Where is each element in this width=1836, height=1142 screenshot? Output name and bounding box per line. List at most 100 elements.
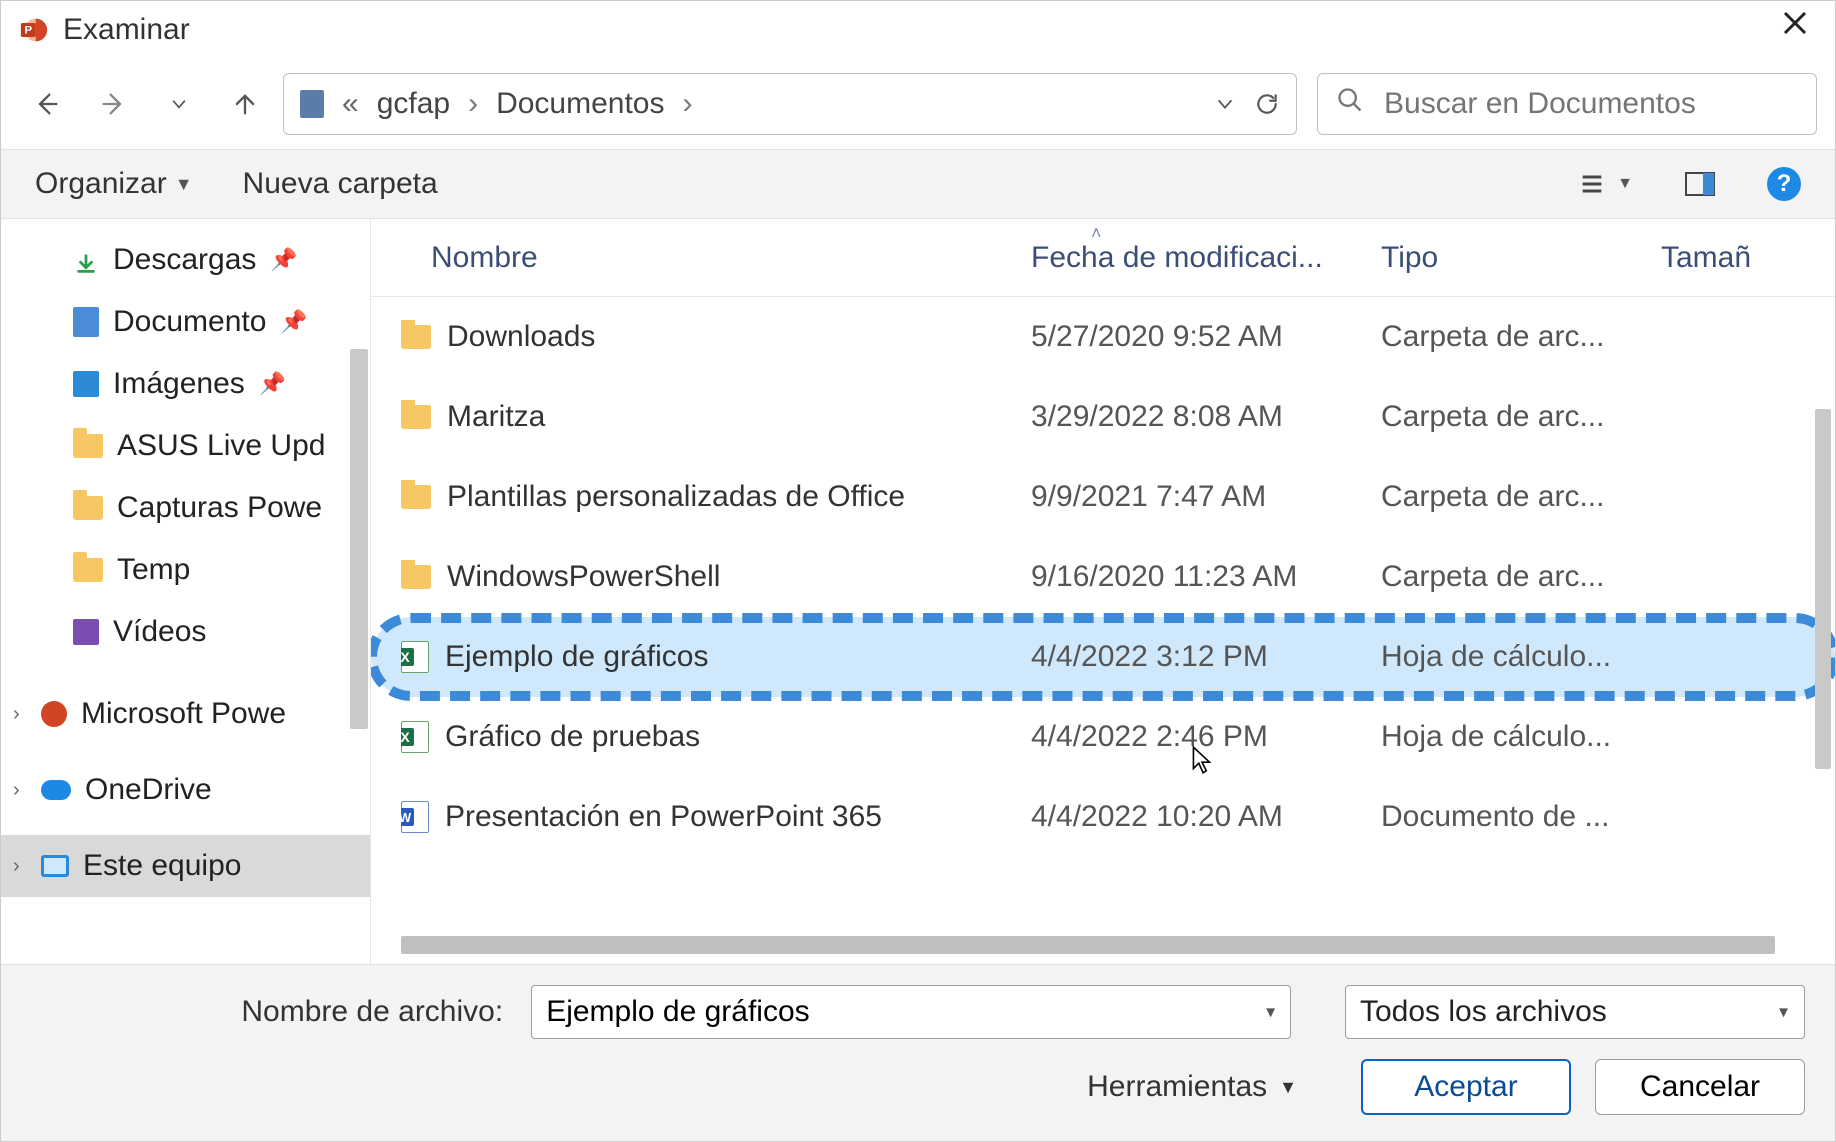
new-folder-button[interactable]: Nueva carpeta <box>243 167 438 201</box>
view-list-button[interactable]: ▼ <box>1575 167 1633 201</box>
help-button[interactable]: ? <box>1767 167 1801 201</box>
chevron-right-icon[interactable]: › <box>13 703 20 726</box>
titlebar: P Examinar <box>1 1 1835 59</box>
file-row[interactable]: Ejemplo de gráficos4/4/2022 3:12 PMHoja … <box>371 617 1835 697</box>
file-row[interactable]: Gráfico de pruebas4/4/2022 2:46 PMHoja d… <box>371 697 1835 777</box>
filename-label: Nombre de archivo: <box>31 995 513 1029</box>
file-date-cell: 9/9/2021 7:47 AM <box>1031 480 1381 514</box>
sidebar-item-pictures[interactable]: Imágenes 📌 <box>1 353 370 415</box>
excel-icon <box>401 641 429 673</box>
dropdown-caret-icon: ▼ <box>1617 175 1633 193</box>
location-icon <box>300 90 324 118</box>
preview-pane-icon <box>1683 167 1717 201</box>
sidebar-item-powerpoint[interactable]: › Microsoft Powe <box>1 683 370 745</box>
file-type-cell: Hoja de cálculo... <box>1381 640 1681 674</box>
column-header-size[interactable]: Tamañ <box>1661 241 1821 275</box>
nav-row: « gcfap › Documentos › <box>1 59 1835 149</box>
file-row[interactable]: Plantillas personalizadas de Office 9/9/2… <box>371 457 1835 537</box>
powerpoint-icon: P <box>19 15 49 45</box>
file-name-cell: Plantillas personalizadas de Office <box>401 480 1031 514</box>
folder-icon <box>73 496 103 520</box>
navigation-sidebar: Descargas 📌 Documento 📌 Imágenes 📌 ASUS … <box>1 219 371 964</box>
tools-dropdown[interactable]: Herramientas ▼ <box>1087 1070 1297 1104</box>
vertical-scrollbar[interactable] <box>1815 409 1831 769</box>
sidebar-item-this-pc[interactable]: › Este equipo <box>1 835 370 897</box>
up-button[interactable] <box>227 86 263 122</box>
sidebar-scrollbar[interactable] <box>350 349 368 729</box>
file-type-cell: Carpeta de arc... <box>1381 320 1681 354</box>
organize-label: Organizar <box>35 167 167 201</box>
nav-buttons <box>19 86 263 122</box>
sidebar-item-documents[interactable]: Documento 📌 <box>1 291 370 353</box>
dialog-title: Examinar <box>63 13 1773 47</box>
accept-button[interactable]: Aceptar <box>1361 1059 1571 1115</box>
close-button[interactable] <box>1773 8 1817 52</box>
button-row: Herramientas ▼ Aceptar Cancelar <box>31 1059 1805 1115</box>
file-row[interactable]: Downloads5/27/2020 9:52 AMCarpeta de arc… <box>371 297 1835 377</box>
sidebar-item-temp[interactable]: Temp <box>1 539 370 601</box>
dropdown-caret-icon: ▼ <box>1279 1077 1297 1098</box>
chevron-right-icon[interactable]: › <box>13 779 20 802</box>
folder-icon <box>73 434 103 458</box>
powerpoint-icon <box>41 701 67 727</box>
toolbar: Organizar ▼ Nueva carpeta ▼ ? <box>1 149 1835 219</box>
search-input[interactable] <box>1384 87 1798 121</box>
column-header-name[interactable]: Nombre <box>431 241 1031 275</box>
cancel-button[interactable]: Cancelar <box>1595 1059 1805 1115</box>
filename-row: Nombre de archivo: ▾ Todos los archivos … <box>31 985 1805 1039</box>
breadcrumb-overflow[interactable]: « <box>342 87 359 121</box>
breadcrumb-seg-documentos[interactable]: Documentos <box>496 87 664 121</box>
file-row[interactable]: Maritza3/29/2022 8:08 AMCarpeta de arc..… <box>371 377 1835 457</box>
breadcrumb-dropdown-icon[interactable] <box>1214 93 1236 115</box>
sidebar-item-label: Temp <box>117 553 190 587</box>
file-row[interactable]: WindowsPowerShell9/16/2020 11:23 AMCarpe… <box>371 537 1835 617</box>
tools-label: Herramientas <box>1087 1070 1267 1104</box>
sidebar-item-videos[interactable]: Vídeos <box>1 601 370 663</box>
folder-icon <box>73 558 103 582</box>
forward-button[interactable] <box>95 86 131 122</box>
file-name-label: Maritza <box>447 400 545 434</box>
search-icon <box>1336 86 1364 122</box>
file-name-cell: Downloads <box>401 320 1031 354</box>
horizontal-scrollbar[interactable] <box>401 936 1775 954</box>
downloads-icon <box>73 249 99 271</box>
search-box[interactable] <box>1317 73 1817 135</box>
file-type-cell: Documento de ... <box>1381 800 1681 834</box>
breadcrumb-bar[interactable]: « gcfap › Documentos › <box>283 73 1297 135</box>
preview-pane-button[interactable] <box>1683 167 1717 201</box>
sidebar-item-capturas[interactable]: Capturas Powe <box>1 477 370 539</box>
chevron-right-icon[interactable]: › <box>13 855 20 878</box>
folder-icon <box>401 565 431 589</box>
back-button[interactable] <box>29 86 65 122</box>
filename-input[interactable] <box>531 985 1291 1039</box>
sidebar-item-label: Descargas <box>113 243 256 277</box>
pin-icon: 📌 <box>270 247 297 273</box>
file-name-label: Downloads <box>447 320 595 354</box>
recent-dropdown-icon[interactable] <box>161 86 197 122</box>
pin-icon: 📌 <box>280 309 307 335</box>
chevron-right-icon: › <box>683 87 693 121</box>
file-type-filter[interactable]: Todos los archivos ▾ <box>1345 985 1805 1039</box>
sidebar-item-label: Capturas Powe <box>117 491 322 525</box>
svg-text:P: P <box>25 25 33 37</box>
file-date-cell: 3/29/2022 8:08 AM <box>1031 400 1381 434</box>
onedrive-icon <box>41 780 71 800</box>
file-name-label: Presentación en PowerPoint 365 <box>445 800 882 834</box>
sidebar-item-asus[interactable]: ASUS Live Upd <box>1 415 370 477</box>
file-name-label: Plantillas personalizadas de Office <box>447 480 905 514</box>
breadcrumb-seg-gcfap[interactable]: gcfap <box>377 87 450 121</box>
sidebar-item-onedrive[interactable]: › OneDrive <box>1 759 370 821</box>
list-view-icon <box>1575 167 1609 201</box>
file-name-cell: Ejemplo de gráficos <box>401 640 1031 674</box>
file-type-cell: Hoja de cálculo... <box>1381 720 1681 754</box>
refresh-button[interactable] <box>1254 91 1280 117</box>
sidebar-item-label: Imágenes <box>113 367 245 401</box>
column-header-type[interactable]: Tipo <box>1381 241 1661 275</box>
organize-button[interactable]: Organizar ▼ <box>35 167 193 201</box>
sidebar-item-downloads[interactable]: Descargas 📌 <box>1 229 370 291</box>
file-list: Downloads5/27/2020 9:52 AMCarpeta de arc… <box>371 297 1835 930</box>
sidebar-item-label: ASUS Live Upd <box>117 429 325 463</box>
this-pc-icon <box>41 855 69 877</box>
column-header-date[interactable]: Fecha de modificaci... <box>1031 241 1381 275</box>
file-row[interactable]: Presentación en PowerPoint 3654/4/2022 1… <box>371 777 1835 857</box>
